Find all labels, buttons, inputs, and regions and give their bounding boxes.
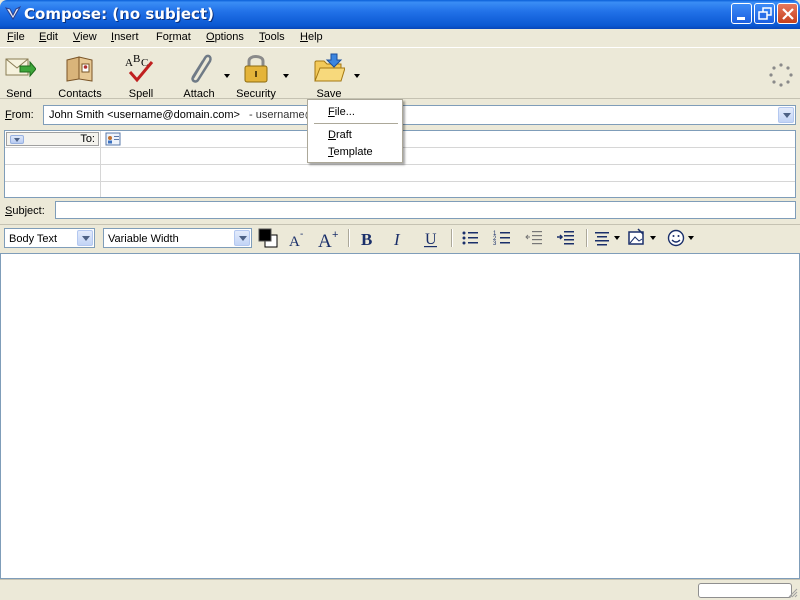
align-icon[interactable] <box>592 227 614 249</box>
address-book-icon <box>66 56 93 82</box>
svg-text:U: U <box>425 231 437 248</box>
recipient-row[interactable] <box>5 165 795 182</box>
svg-text:A: A <box>125 57 133 69</box>
underline-icon[interactable]: U <box>420 227 442 249</box>
save-dropdown-menu: File... Draft Template <box>307 99 403 163</box>
resize-grip-icon[interactable] <box>788 588 798 598</box>
svg-text:-: - <box>300 229 303 240</box>
bold-icon[interactable]: B <box>356 227 378 249</box>
recipient-row[interactable] <box>5 182 795 197</box>
paragraph-style-select[interactable]: Body Text <box>4 228 95 248</box>
contacts-button[interactable]: Contacts <box>55 52 105 100</box>
text-color-icon[interactable] <box>257 227 279 249</box>
send-button[interactable]: Send <box>1 52 37 100</box>
smiley-icon[interactable] <box>666 227 688 249</box>
compose-app-icon <box>5 5 21 20</box>
from-dropdown-icon[interactable] <box>778 107 794 123</box>
indent-icon[interactable] <box>555 227 577 249</box>
menu-edit[interactable]: Edit <box>39 31 58 43</box>
padlock-icon <box>244 55 268 83</box>
svg-text:3: 3 <box>493 241 497 247</box>
close-button[interactable] <box>777 3 798 24</box>
security-dropdown-arrow[interactable] <box>283 74 289 78</box>
italic-icon[interactable]: I <box>388 227 410 249</box>
from-account-name: - username@ <box>249 109 316 121</box>
svg-text:A: A <box>318 231 332 249</box>
title-bar[interactable]: Compose: (no subject) <box>0 0 800 29</box>
save-dropdown-arrow[interactable] <box>354 74 360 78</box>
to-label: To: <box>80 133 95 145</box>
menu-help[interactable]: Help <box>300 31 323 43</box>
send-icon <box>5 58 36 78</box>
chevron-down-icon <box>10 135 24 144</box>
format-toolbar: Body Text Variable Width A - A + B I U 1… <box>0 224 800 252</box>
spell-check-icon: A B C <box>125 53 154 83</box>
from-label: From: <box>5 109 34 121</box>
status-progress-panel <box>698 583 792 598</box>
message-body-editor[interactable] <box>0 253 800 579</box>
font-select[interactable]: Variable Width <box>103 228 252 248</box>
chevron-down-icon[interactable] <box>77 230 93 246</box>
svg-text:B: B <box>133 53 140 65</box>
attach-button[interactable]: Attach <box>178 52 220 100</box>
font-smaller-icon[interactable]: A - <box>286 227 308 249</box>
menu-view[interactable]: View <box>73 31 97 43</box>
restore-icon <box>758 7 772 20</box>
svg-text:+: + <box>332 229 338 241</box>
status-bar <box>0 579 800 600</box>
insert-dropdown-arrow[interactable] <box>650 236 656 240</box>
folder-save-icon <box>314 53 345 82</box>
svg-text:B: B <box>361 230 372 249</box>
menu-insert[interactable]: Insert <box>111 31 139 43</box>
contact-card-icon <box>105 132 121 146</box>
menu-options[interactable]: Options <box>206 31 244 43</box>
align-dropdown-arrow[interactable] <box>614 236 620 240</box>
close-icon <box>782 8 794 20</box>
menu-format[interactable]: Format <box>156 31 191 43</box>
save-button[interactable]: Save <box>310 52 348 100</box>
paperclip-icon <box>191 54 212 83</box>
activity-throbber-icon <box>769 63 793 87</box>
menu-bar: File Edit View Insert Format Options Too… <box>0 29 800 47</box>
subject-label: Subject: <box>5 205 45 217</box>
from-value: John Smith <username@domain.com> <box>49 109 240 121</box>
svg-text:A: A <box>289 234 300 249</box>
bullet-list-icon[interactable] <box>459 227 481 249</box>
from-account-select[interactable]: John Smith <username@domain.com> - usern… <box>43 105 796 125</box>
menu-tools[interactable]: Tools <box>259 31 285 43</box>
save-as-draft-item[interactable]: Draft <box>328 129 352 141</box>
svg-text:I: I <box>393 230 401 249</box>
minimize-button[interactable] <box>731 3 752 24</box>
smiley-dropdown-arrow[interactable] <box>688 236 694 240</box>
minimize-icon <box>737 17 745 20</box>
recipient-type-select[interactable]: To: <box>6 132 99 146</box>
font-larger-icon[interactable]: A + <box>316 227 338 249</box>
save-as-file-item[interactable]: File... <box>328 106 355 118</box>
save-as-template-item[interactable]: Template <box>328 146 373 158</box>
window-title: Compose: (no subject) <box>24 5 214 23</box>
menu-file[interactable]: File <box>7 31 25 43</box>
security-button[interactable]: Security <box>234 52 278 100</box>
maximize-button[interactable] <box>754 3 775 24</box>
outdent-icon[interactable] <box>523 227 545 249</box>
attach-dropdown-arrow[interactable] <box>224 74 230 78</box>
insert-image-icon[interactable] <box>626 227 648 249</box>
numbered-list-icon[interactable]: 1 2 3 <box>491 227 513 249</box>
compose-toolbar: Send Contacts A B C Spell Attach Securit… <box>0 47 800 100</box>
chevron-down-icon[interactable] <box>234 230 250 246</box>
spell-button[interactable]: A B C Spell <box>121 52 161 100</box>
subject-input[interactable] <box>55 201 796 219</box>
